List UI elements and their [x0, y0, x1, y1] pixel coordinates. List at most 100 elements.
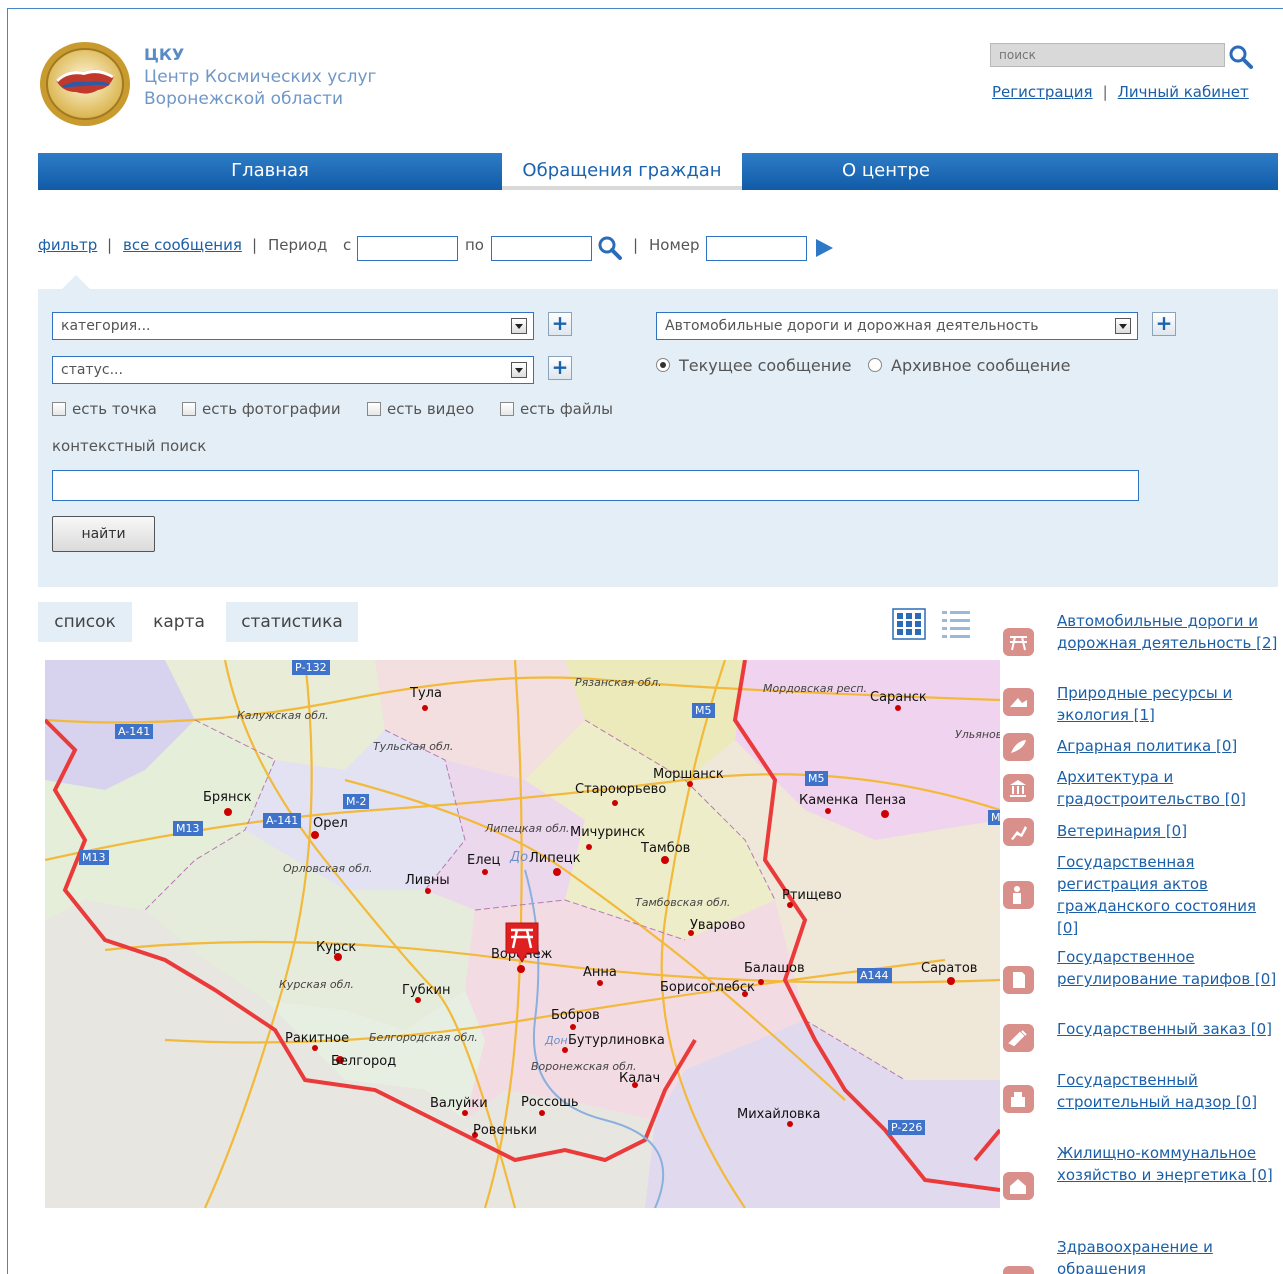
map-region-label: Курская обл.: [279, 978, 354, 991]
checkbox-has-point[interactable]: есть точка: [52, 400, 157, 418]
from-label: с: [343, 236, 352, 254]
radio-icon[interactable]: [868, 358, 882, 372]
cabinet-link[interactable]: Личный кабинет: [1118, 83, 1249, 101]
checkbox-icon[interactable]: [367, 402, 381, 416]
category-select[interactable]: категория...: [52, 312, 534, 340]
category-link[interactable]: Автомобильные дороги и дорожная деятельн…: [1057, 610, 1279, 654]
checkbox-has-photos[interactable]: есть фотографии: [182, 400, 341, 418]
radio-archive-message[interactable]: Архивное сообщение: [868, 356, 1070, 375]
highway-badge: M5: [692, 703, 715, 718]
map-city-label: Саранск: [870, 690, 927, 705]
category-link[interactable]: Природные ресурсы и экология [1]: [1057, 682, 1279, 726]
category-link[interactable]: Аграрная политика [0]: [1057, 735, 1279, 757]
checkbox-has-files[interactable]: есть файлы: [500, 400, 613, 418]
brand-name-line1: Центр Космических услуг: [144, 67, 377, 87]
context-search-input[interactable]: [52, 470, 1139, 501]
logo-emblem[interactable]: [38, 40, 132, 128]
nav-home[interactable]: Главная: [38, 153, 502, 190]
category-link[interactable]: Жилищно-коммунальное хозяйство и энергет…: [1057, 1142, 1279, 1186]
chevron-down-icon[interactable]: [1115, 318, 1131, 334]
map-region-label: Калужская обл.: [237, 709, 329, 722]
category-link[interactable]: Государственный заказ [0]: [1057, 1018, 1279, 1040]
category-link[interactable]: Архитектура и градостроительство [0]: [1057, 766, 1279, 810]
map-city-label: Моршанск: [653, 767, 724, 782]
all-messages-link[interactable]: все сообщения: [123, 236, 242, 254]
nav-citizen-appeals[interactable]: Обращения граждан: [502, 153, 742, 190]
chevron-down-icon[interactable]: [511, 362, 527, 378]
register-link[interactable]: Регистрация: [992, 83, 1093, 101]
map-city-label: Валуйки: [430, 1096, 488, 1111]
map-city-label: Липецк: [529, 851, 581, 866]
radio-icon[interactable]: [656, 358, 670, 372]
separator: |: [633, 236, 639, 254]
period-label: Период: [268, 236, 328, 254]
status-select[interactable]: статус...: [52, 356, 534, 384]
map-city-label: Мичуринск: [570, 825, 646, 840]
tab-map[interactable]: карта: [132, 602, 226, 642]
map-city-label: Ровеньки: [473, 1123, 537, 1138]
checkbox-icon[interactable]: [182, 402, 196, 416]
map-river-label: До: [510, 850, 529, 865]
tariffs-icon: [1003, 966, 1034, 994]
status-select-value: статус...: [61, 362, 123, 378]
separator: |: [252, 236, 258, 254]
tab-statistics[interactable]: статистика: [226, 602, 358, 642]
map-river-label: Дон: [545, 1034, 568, 1047]
civil-registry-icon: [1003, 881, 1034, 909]
map-region-label: Липецкая обл.: [485, 822, 570, 835]
find-button[interactable]: найти: [52, 516, 155, 552]
checkbox-has-video[interactable]: есть видео: [367, 400, 474, 418]
map-marker-road-icon[interactable]: [503, 920, 541, 964]
add-status-button[interactable]: +: [548, 356, 572, 380]
category-link[interactable]: Здравоохранение и обращения: [1057, 1236, 1279, 1274]
map-city-label: Брянск: [203, 790, 252, 805]
checkbox-icon[interactable]: [52, 402, 66, 416]
category-link[interactable]: Государственное регулирование тарифов [0…: [1057, 946, 1279, 990]
checkbox-icon[interactable]: [500, 402, 514, 416]
category-link[interactable]: Ветеринария [0]: [1057, 820, 1279, 842]
highway-badge: A-141: [263, 813, 302, 828]
map-city-label: Тула: [410, 686, 442, 701]
map-city-label: Губкин: [402, 983, 451, 998]
date-to-field[interactable]: [491, 236, 592, 261]
filter-link[interactable]: фильтр: [38, 236, 97, 254]
highway-badge: A-141: [115, 724, 154, 739]
date-from-field[interactable]: [357, 236, 458, 261]
architecture-icon: [1003, 774, 1034, 802]
checkbox-label: есть фотографии: [202, 400, 341, 418]
chevron-down-icon[interactable]: [511, 318, 527, 334]
map-city-label: Анна: [583, 965, 617, 980]
search-icon[interactable]: [1228, 44, 1254, 70]
to-label: по: [465, 236, 484, 254]
map-region-label: Белгородская обл.: [369, 1031, 478, 1044]
category-link[interactable]: Государственный строительный надзор [0]: [1057, 1069, 1279, 1113]
subcategory-select-value: Автомобильные дороги и дорожная деятельн…: [665, 318, 1039, 334]
radio-current-message[interactable]: Текущее сообщение: [656, 356, 851, 375]
map-city-label: Каменка: [799, 793, 859, 808]
highway-badge: M: [988, 810, 1000, 825]
healthcare-icon: [1003, 1266, 1034, 1274]
subcategory-select[interactable]: Автомобильные дороги и дорожная деятельн…: [656, 312, 1138, 340]
tab-list[interactable]: список: [38, 602, 132, 642]
checkbox-label: есть файлы: [520, 400, 614, 418]
map-city-label: Ртищево: [782, 888, 842, 903]
map-city-label: Саратов: [921, 961, 978, 976]
map-city-label: Ракитное: [285, 1031, 350, 1046]
go-arrow-icon[interactable]: [816, 239, 833, 257]
agriculture-icon: [1003, 733, 1034, 761]
grid-view-icon[interactable]: [892, 608, 926, 640]
list-view-icon[interactable]: [940, 608, 972, 640]
search-input[interactable]: [990, 43, 1225, 67]
number-label: Номер: [649, 236, 700, 254]
category-select-value: категория...: [61, 318, 151, 334]
add-subcategory-button[interactable]: +: [1152, 312, 1176, 336]
category-link[interactable]: Государственная регистрация актов гражда…: [1057, 851, 1279, 939]
number-field[interactable]: [706, 236, 807, 261]
map-city-label: Тамбов: [641, 841, 691, 856]
map-region-label: Тульская обл.: [373, 740, 454, 753]
nav-about[interactable]: О центре: [742, 153, 1030, 190]
map-city-label: Балашов: [744, 961, 805, 976]
map-region-label: Мордовская респ.: [763, 682, 868, 695]
period-search-icon[interactable]: [597, 235, 623, 261]
add-category-button[interactable]: +: [548, 312, 572, 336]
